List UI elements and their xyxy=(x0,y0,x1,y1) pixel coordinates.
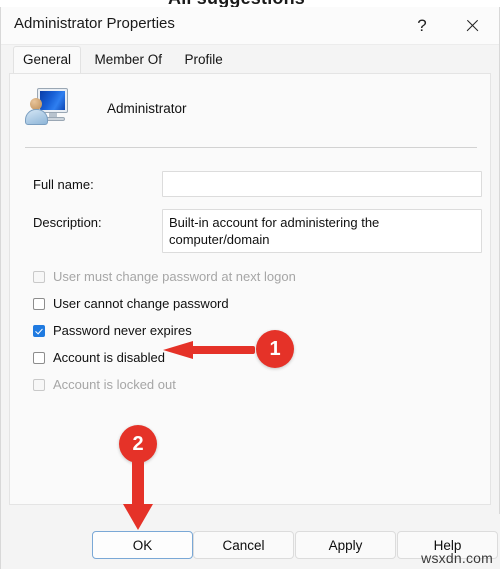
description-label: Description: xyxy=(33,215,102,230)
close-icon[interactable] xyxy=(449,7,495,44)
dialog-title: Administrator Properties xyxy=(14,15,175,32)
checkbox-user-cannot-change-password[interactable]: User cannot change password xyxy=(33,296,229,311)
arrow-shaft xyxy=(189,346,255,354)
annotation-marker-2: 2 xyxy=(119,425,157,463)
arrow-head xyxy=(123,504,153,530)
question-mark-glyph: ? xyxy=(417,15,427,35)
help-icon[interactable]: ? xyxy=(399,7,445,44)
apply-button[interactable]: Apply xyxy=(295,531,396,559)
checkbox-account-is-locked-out[interactable]: Account is locked out xyxy=(33,377,176,392)
checkbox-label: User cannot change password xyxy=(53,296,229,311)
full-name-row: Full name: xyxy=(10,171,490,197)
monitor-screen xyxy=(40,91,65,110)
checkbox-label: Password never expires xyxy=(53,323,192,338)
checkbox-box[interactable] xyxy=(33,324,45,337)
annotation-marker-1: 1 xyxy=(256,330,294,368)
checkbox-box[interactable] xyxy=(33,378,45,391)
checkbox-label: User must change password at next logon xyxy=(53,269,296,284)
person-body xyxy=(25,109,48,125)
tab-strip: General Member Of Profile xyxy=(1,45,499,73)
user-account-icon xyxy=(24,86,70,130)
checkbox-label: Account is disabled xyxy=(53,350,166,365)
annotation-arrow-down xyxy=(123,462,155,530)
close-x-glyph xyxy=(465,18,480,33)
watermark: wsxdn.com xyxy=(421,550,493,566)
checkbox-password-never-expires[interactable]: Password never expires xyxy=(33,323,192,338)
general-tab-panel: Administrator Full name: Description: Bu… xyxy=(9,73,491,505)
checkbox-account-is-disabled[interactable]: Account is disabled xyxy=(33,350,165,365)
description-row: Description: Built-in account for admini… xyxy=(10,209,490,253)
annotation-arrow-left xyxy=(163,341,255,359)
account-header: Administrator xyxy=(24,86,187,130)
administrator-properties-dialog: Administrator Properties ? General Membe… xyxy=(0,7,500,569)
full-name-label: Full name: xyxy=(33,177,94,192)
tab-member-of[interactable]: Member Of xyxy=(85,47,171,73)
arrow-head xyxy=(163,341,193,359)
dialog-titlebar: Administrator Properties ? xyxy=(1,7,499,45)
header-divider xyxy=(25,147,477,148)
checkbox-label: Account is locked out xyxy=(53,377,176,392)
ok-button[interactable]: OK xyxy=(92,531,193,559)
account-name-label: Administrator xyxy=(107,100,187,116)
tab-general[interactable]: General xyxy=(13,46,82,73)
checkbox-user-must-change-password[interactable]: User must change password at next logon xyxy=(33,269,296,284)
checkbox-box[interactable] xyxy=(33,297,45,310)
checkbox-box[interactable] xyxy=(33,270,45,283)
cancel-button[interactable]: Cancel xyxy=(193,531,294,559)
description-input[interactable]: Built-in account for administering the c… xyxy=(162,209,482,253)
full-name-input[interactable] xyxy=(162,171,482,197)
checkbox-box[interactable] xyxy=(33,351,45,364)
tab-profile[interactable]: Profile xyxy=(175,47,231,73)
arrow-shaft xyxy=(132,462,144,506)
